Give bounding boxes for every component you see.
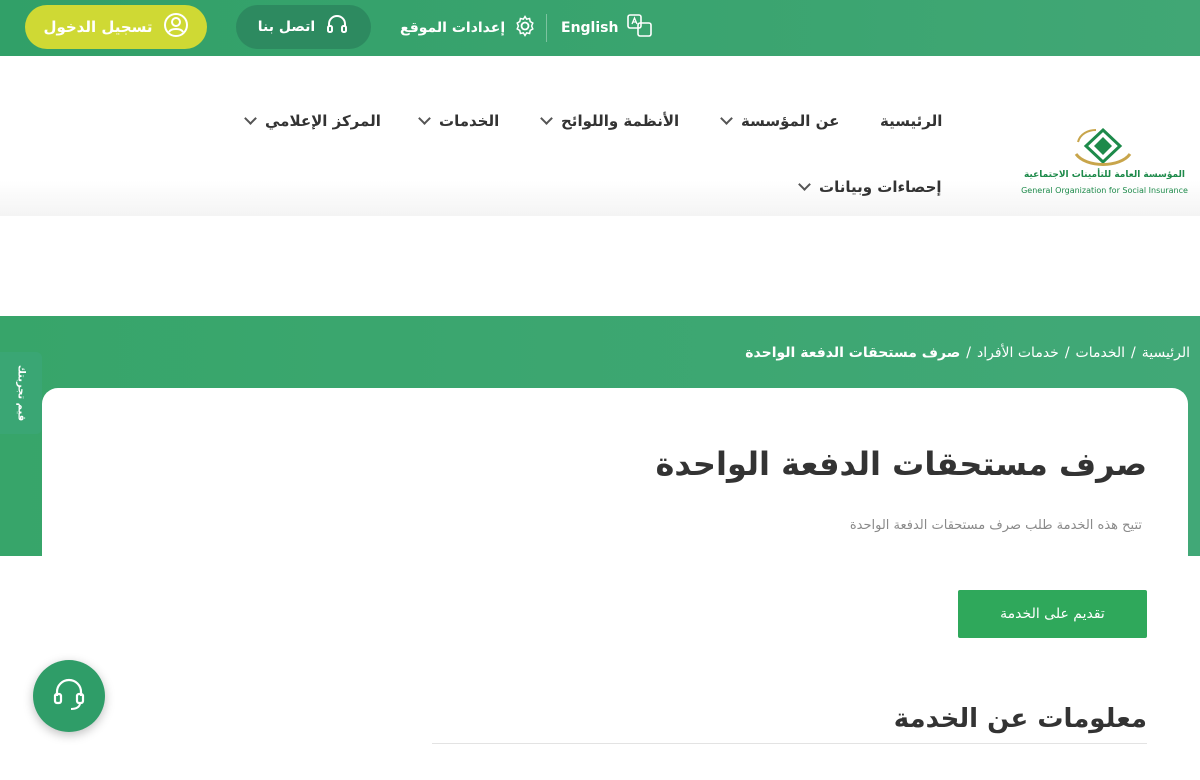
service-description: تتيح هذه الخدمة طلب صرف مستحقات الدفعة ا… <box>849 518 1142 533</box>
settings-label: إعدادات الموقع <box>400 20 506 36</box>
nav-services[interactable]: الخدمات <box>418 112 500 130</box>
headset-icon <box>325 13 349 41</box>
breadcrumb-separator: / <box>1131 345 1136 361</box>
nav-services-label: الخدمات <box>439 112 500 130</box>
contact-button[interactable]: اتصل بنا <box>236 5 371 49</box>
login-button[interactable]: تسجيل الدخول <box>25 5 207 49</box>
logo-english-text: General Organization for Social Insuranc… <box>1021 186 1188 195</box>
gear-icon <box>513 14 537 42</box>
chevron-down-icon <box>720 112 733 125</box>
nav-about[interactable]: عن المؤسسة <box>720 112 840 130</box>
top-bar: تسجيل الدخول اتصل بنا إعدادات الموقع Eng… <box>0 0 1200 56</box>
nav-stats-label: إحصاءات وبيانات <box>819 178 942 196</box>
nav-media-label: المركز الإعلامي <box>265 112 381 130</box>
page-title: صرف مستحقات الدفعة الواحدة <box>655 445 1147 483</box>
topbar-divider <box>546 14 547 42</box>
breadcrumb-separator: / <box>1064 345 1070 361</box>
chevron-down-icon <box>418 112 431 125</box>
feedback-tab[interactable]: قيم تجربتك <box>0 352 42 434</box>
nav-media-center[interactable]: المركز الإعلامي <box>244 112 381 130</box>
logo-arabic-text: المؤسسة العامة للتأمينات الاجتماعية <box>1023 170 1186 180</box>
nav-regulations[interactable]: الأنظمة واللوائح <box>540 112 680 130</box>
nav-statistics[interactable]: إحصاءات وبيانات <box>798 178 942 196</box>
chevron-down-icon <box>540 112 553 125</box>
feedback-label: قيم تجربتك <box>15 364 27 422</box>
chevron-down-icon <box>798 178 811 191</box>
headset-icon <box>49 674 89 718</box>
breadcrumb: الرئيسية / الخدمات / خدمات الأفراد / صرف… <box>745 345 1190 361</box>
service-info-heading: معلومات عن الخدمة <box>893 704 1147 734</box>
breadcrumb-current: صرف مستحقات الدفعة الواحدة <box>745 345 961 361</box>
language-switch[interactable]: English <box>561 0 654 56</box>
nav-regulations-label: الأنظمة واللوائح <box>561 112 680 130</box>
site-settings-link[interactable]: إعدادات الموقع <box>400 0 537 56</box>
chevron-down-icon <box>244 112 257 125</box>
user-circle-icon <box>163 12 189 42</box>
translate-icon <box>626 13 654 43</box>
language-label: English <box>561 20 619 36</box>
nav-about-label: عن المؤسسة <box>741 112 840 130</box>
apply-label: تقديم على الخدمة <box>1000 606 1105 622</box>
support-chat-button[interactable] <box>33 660 105 732</box>
contact-label: اتصل بنا <box>257 19 316 35</box>
nav-home-label: الرئيسية <box>880 112 943 130</box>
breadcrumb-separator: / <box>966 345 972 361</box>
breadcrumb-individuals[interactable]: خدمات الأفراد <box>977 345 1059 361</box>
breadcrumb-home[interactable]: الرئيسية <box>1142 345 1190 361</box>
section-divider <box>432 743 1147 744</box>
breadcrumb-services[interactable]: الخدمات <box>1076 345 1126 361</box>
apply-service-button[interactable]: تقديم على الخدمة <box>958 590 1147 638</box>
nav-home[interactable]: الرئيسية <box>880 112 942 130</box>
login-label: تسجيل الدخول <box>43 18 153 36</box>
